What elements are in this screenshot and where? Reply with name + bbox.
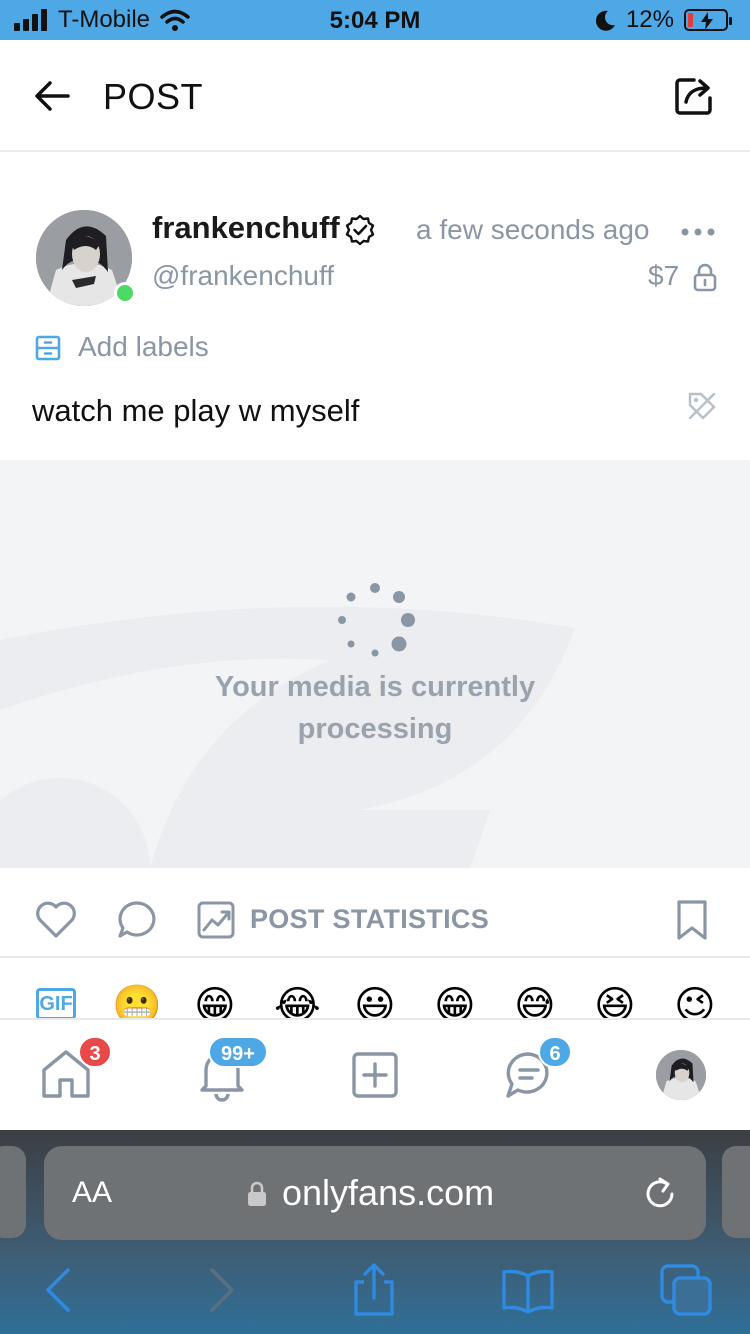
emoji-button[interactable]: 😆 (594, 984, 636, 1020)
nav-notifications[interactable]: 99+ (192, 1036, 268, 1102)
url-text[interactable]: onlyfans.com (282, 1172, 494, 1214)
emoji-button[interactable]: 😁 (194, 984, 236, 1020)
author-display-name[interactable]: frankenchuff (152, 210, 340, 246)
battery-percent: 12% (625, 6, 674, 33)
nav-messages[interactable]: 6 (500, 1036, 572, 1102)
processing-message-line1: Your media is currently (214, 671, 536, 703)
notifications-badge: 99+ (208, 1036, 268, 1068)
tabs-icon[interactable] (658, 1262, 714, 1318)
browser-back-icon[interactable] (32, 1262, 88, 1318)
next-tab-preview[interactable] (722, 1146, 750, 1238)
gif-button[interactable]: GIF (36, 988, 76, 1020)
browser-toolbar: AA onlyfans.com (0, 1130, 750, 1334)
online-status-dot (114, 282, 136, 304)
post-statistics-button[interactable]: POST STATISTICS (250, 904, 489, 935)
emoji-button[interactable]: 😉 (674, 984, 716, 1020)
heart-icon[interactable] (34, 898, 78, 940)
post-price: $7 (648, 260, 680, 291)
add-labels-link[interactable]: Add labels (78, 331, 209, 363)
emoji-button[interactable]: 😅 (514, 984, 556, 1020)
emoji-button[interactable]: 😂 (274, 984, 321, 1020)
lock-icon (693, 263, 717, 292)
emoji-button[interactable]: 😁 (434, 984, 476, 1020)
nav-new-post[interactable] (346, 1042, 406, 1102)
moon-icon (595, 10, 615, 31)
statistics-icon[interactable] (196, 900, 236, 940)
labels-icon[interactable] (34, 334, 62, 362)
verified-badge-icon (345, 214, 375, 246)
emoji-button[interactable]: 😬 (112, 984, 162, 1020)
emoji-button[interactable]: 😃 (354, 984, 396, 1020)
emoji-bar: GIF 😬 😁 😂 😃 😁 😅 😆 😉 (0, 958, 750, 1020)
more-options-icon[interactable] (680, 222, 716, 242)
media-placeholder: Your media is currently processing (0, 460, 750, 868)
page-title: POST (103, 76, 204, 117)
messages-badge: 6 (538, 1036, 572, 1068)
bookmarks-icon[interactable] (500, 1262, 556, 1318)
home-badge: 3 (78, 1036, 112, 1068)
profile-avatar[interactable] (656, 1050, 706, 1100)
post-timestamp: a few seconds ago (416, 214, 650, 245)
post-text: watch me play w myself (32, 393, 360, 428)
bottom-navigation: 3 99+ 6 (0, 1018, 750, 1130)
post-actions: POST STATISTICS (0, 868, 750, 958)
battery-icon (684, 9, 732, 31)
nav-home[interactable]: 3 (36, 1036, 112, 1102)
reload-icon[interactable] (640, 1174, 680, 1214)
page-header: POST (0, 40, 750, 152)
author-username[interactable]: @frankenchuff (152, 260, 334, 292)
secure-lock-icon (248, 1181, 266, 1206)
address-bar[interactable]: AA onlyfans.com (44, 1146, 706, 1240)
browser-forward-icon[interactable] (192, 1262, 248, 1318)
share-icon[interactable] (672, 74, 716, 118)
logo-watermark (0, 606, 575, 868)
page-settings-button[interactable]: AA (72, 1176, 112, 1210)
back-arrow-icon[interactable] (32, 76, 72, 116)
processing-message-line2: processing (297, 713, 453, 745)
author-avatar[interactable] (36, 210, 136, 306)
loading-spinner-icon (338, 583, 415, 657)
bookmark-icon[interactable] (674, 898, 710, 942)
status-bar: T-Mobile 5:04 PM 12% (0, 0, 750, 40)
add-post-icon (352, 1052, 398, 1098)
browser-share-icon[interactable] (346, 1262, 402, 1318)
tag-off-icon[interactable] (686, 390, 718, 422)
comment-icon[interactable] (114, 898, 158, 942)
previous-tab-preview[interactable] (0, 1146, 26, 1238)
